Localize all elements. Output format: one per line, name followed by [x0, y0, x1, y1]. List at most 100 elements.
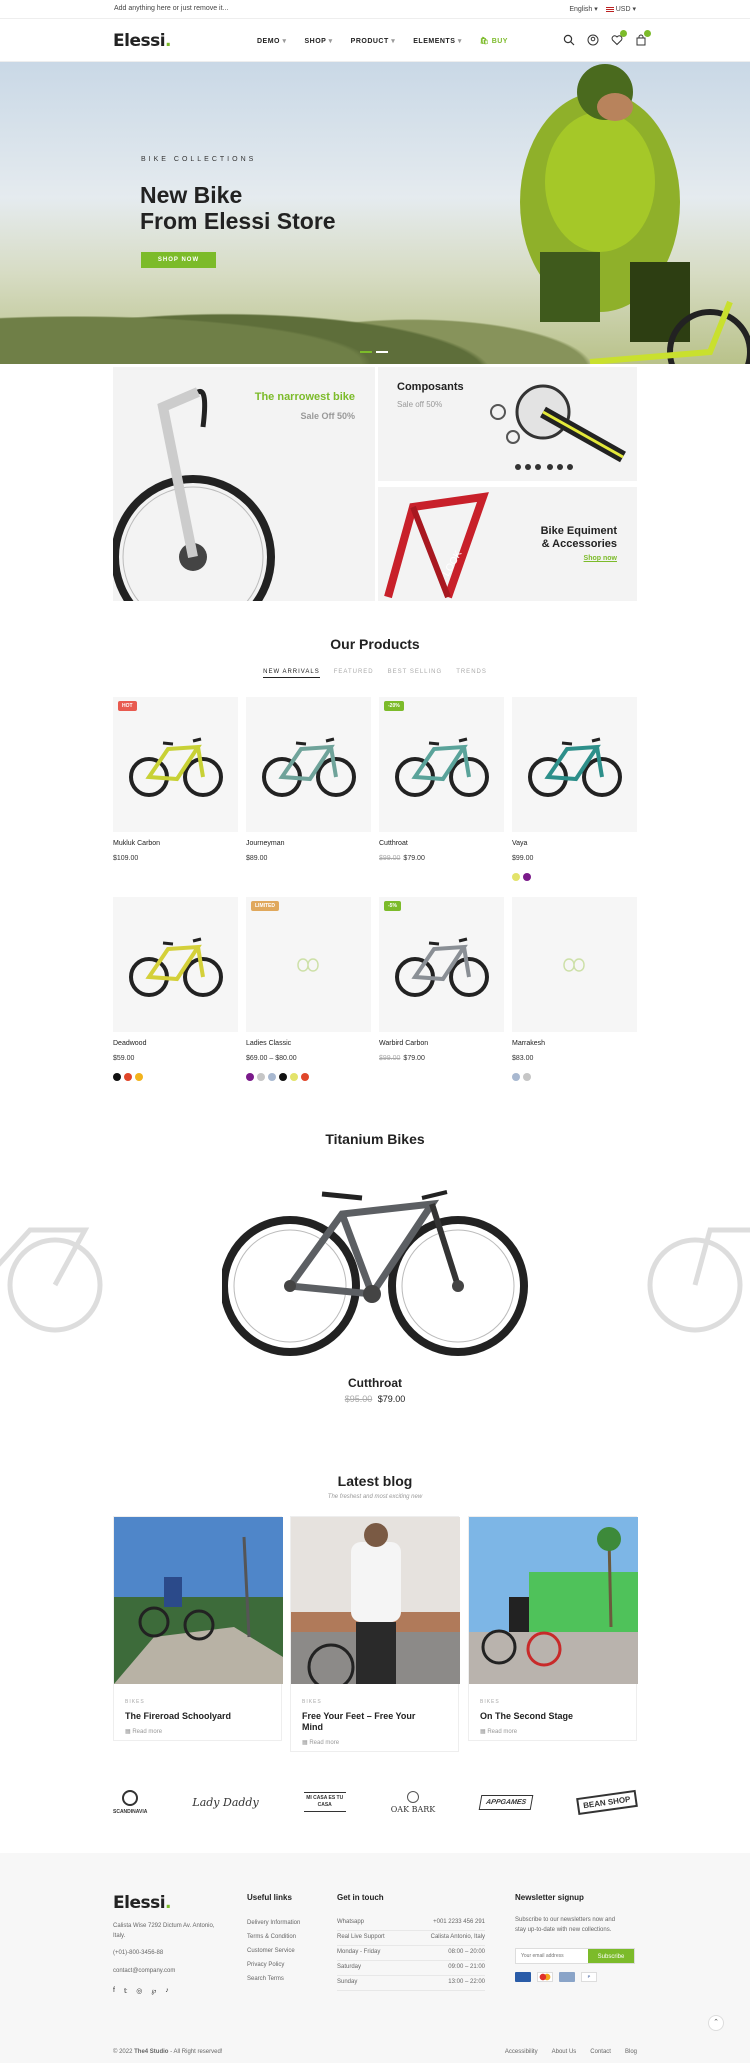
nav-elements[interactable]: ELEMENTS ▾: [413, 37, 462, 45]
blog-post-title[interactable]: Free Your Feet – Free Your Mind: [302, 1711, 447, 1733]
tab-new-arrivals[interactable]: NEW ARRIVALS: [263, 669, 320, 678]
promo-composants[interactable]: Composants Sale off 50%: [378, 367, 637, 481]
blog-category[interactable]: BIKES: [125, 1699, 270, 1705]
brand-logo-scandinavia[interactable]: SCANDINAVIA: [113, 1789, 147, 1815]
footer-phone[interactable]: (+01)-800-3456-88: [113, 1950, 163, 1956]
product-image[interactable]: [246, 697, 371, 832]
brand-logo-lady-daddy[interactable]: Lady Daddy: [192, 1796, 258, 1809]
product-name[interactable]: Journeyman: [246, 840, 371, 847]
footer-link-blog[interactable]: Blog: [625, 2049, 637, 2055]
currency-selector[interactable]: USD ▾: [605, 5, 636, 13]
footer-link-accessibility[interactable]: Accessibility: [505, 2049, 538, 2055]
product-card[interactable]: Deadwood $59.00: [113, 897, 238, 1082]
promo-shop-now-link[interactable]: Shop now: [584, 555, 617, 562]
product-name[interactable]: Warbird Carbon: [379, 1040, 504, 1047]
subscribe-button[interactable]: Subscribe: [588, 1949, 634, 1963]
color-swatch[interactable]: [279, 1073, 287, 1081]
nav-product[interactable]: PRODUCT ▾: [351, 37, 396, 45]
carousel-prev-bike[interactable]: [0, 1195, 110, 1335]
product-card[interactable]: LIMITED Ladies Classic $69.00 – $80.00: [246, 897, 371, 1082]
titanium-product-name[interactable]: Cutthroat: [0, 1376, 750, 1390]
footer-link-privacy[interactable]: Privacy Policy: [247, 1962, 300, 1968]
site-logo[interactable]: Elessi.: [113, 31, 172, 51]
color-swatch[interactable]: [512, 1073, 520, 1081]
blog-card[interactable]: BIKES The Fireroad Schoolyard ▦ Read mor…: [113, 1516, 283, 1741]
tab-featured[interactable]: FEATURED: [334, 669, 374, 678]
footer-link-delivery[interactable]: Delivery Information: [247, 1920, 300, 1926]
color-swatch[interactable]: [246, 1073, 254, 1081]
footer-link-terms[interactable]: Terms & Condition: [247, 1934, 300, 1940]
nav-demo[interactable]: DEMO ▾: [257, 37, 286, 45]
hero-shop-now-button[interactable]: SHOP NOW: [141, 252, 216, 268]
slide-dot[interactable]: [376, 351, 388, 353]
promo-narrowest-bike[interactable]: The narrowest bike Sale Off 50%: [113, 367, 375, 601]
language-selector[interactable]: English ▾: [569, 5, 597, 13]
product-card[interactable]: -20% Cutthroat $99.00 $79.00: [379, 697, 504, 882]
search-icon[interactable]: [563, 33, 575, 46]
slide-dot-active[interactable]: [360, 351, 372, 353]
twitter-icon[interactable]: 𝕥: [124, 1987, 127, 1995]
color-swatch[interactable]: [124, 1073, 132, 1081]
color-swatch[interactable]: [113, 1073, 121, 1081]
pinterest-icon[interactable]: ℘: [151, 1987, 156, 1995]
product-name[interactable]: Ladies Classic: [246, 1040, 371, 1047]
product-image[interactable]: LIMITED: [246, 897, 371, 1032]
color-swatch[interactable]: [257, 1073, 265, 1081]
color-swatch[interactable]: [268, 1073, 276, 1081]
product-image[interactable]: [512, 897, 637, 1032]
read-more-link[interactable]: ▦ Read more: [480, 1728, 625, 1735]
nav-shop[interactable]: SHOP ▾: [304, 37, 332, 45]
brand-logo-oak-bark[interactable]: OAK BARK: [391, 1790, 435, 1814]
tab-trends[interactable]: TRENDS: [456, 669, 487, 678]
read-more-link[interactable]: ▦ Read more: [125, 1728, 270, 1735]
product-name[interactable]: Marrakesh: [512, 1040, 637, 1047]
product-card[interactable]: Vaya $99.00: [512, 697, 637, 882]
facebook-icon[interactable]: f: [113, 1987, 115, 1995]
product-image[interactable]: -20%: [379, 697, 504, 832]
product-card[interactable]: -5% Warbird Carbon $99.00 $79.00: [379, 897, 504, 1082]
product-card[interactable]: Journeyman $89.00: [246, 697, 371, 882]
tab-best-selling[interactable]: BEST SELLING: [388, 669, 443, 678]
brand-logo-appgames[interactable]: APPGAMES: [478, 1794, 534, 1810]
blog-category[interactable]: BIKES: [302, 1699, 447, 1705]
tiktok-icon[interactable]: ♪: [165, 1987, 169, 1995]
footer-logo[interactable]: Elessi.: [113, 1893, 172, 1913]
product-name[interactable]: Deadwood: [113, 1040, 238, 1047]
instagram-icon[interactable]: ◎: [136, 1987, 142, 1995]
cart-icon[interactable]: [635, 30, 651, 46]
product-card[interactable]: HOT Mukluk Carbon $109.00: [113, 697, 238, 882]
titanium-bike-image[interactable]: [222, 1184, 528, 1359]
product-image[interactable]: HOT: [113, 697, 238, 832]
footer-link-customer-service[interactable]: Customer Service: [247, 1948, 300, 1954]
product-card[interactable]: Marrakesh $83.00: [512, 897, 637, 1082]
blog-category[interactable]: BIKES: [480, 1699, 625, 1705]
color-swatch[interactable]: [512, 873, 520, 881]
newsletter-email-input[interactable]: [516, 1949, 588, 1963]
color-swatch[interactable]: [523, 873, 531, 881]
user-icon[interactable]: [587, 33, 599, 46]
product-name[interactable]: Mukluk Carbon: [113, 840, 238, 847]
heart-icon[interactable]: [611, 30, 627, 46]
footer-email[interactable]: contact@company.com: [113, 1968, 175, 1974]
brand-logo-bean-shop[interactable]: BEAN SHOP: [576, 1789, 638, 1815]
read-more-link[interactable]: ▦ Read more: [302, 1739, 447, 1746]
product-name[interactable]: Cutthroat: [379, 840, 504, 847]
blog-post-title[interactable]: On The Second Stage: [480, 1711, 625, 1722]
footer-link-contact[interactable]: Contact: [590, 2049, 611, 2055]
back-to-top-button[interactable]: ⌃: [708, 2015, 724, 2031]
product-image[interactable]: -5%: [379, 897, 504, 1032]
product-name[interactable]: Vaya: [512, 840, 637, 847]
color-swatch[interactable]: [301, 1073, 309, 1081]
blog-card[interactable]: BIKES On The Second Stage ▦ Read more: [468, 1516, 638, 1741]
footer-link-about[interactable]: About Us: [552, 2049, 577, 2055]
carousel-next-bike[interactable]: [640, 1195, 750, 1335]
color-swatch[interactable]: [523, 1073, 531, 1081]
product-image[interactable]: [512, 697, 637, 832]
footer-link-search-terms[interactable]: Search Terms: [247, 1976, 300, 1982]
brand-logo-mi-casa[interactable]: MI CASA ES TU CASA: [303, 1792, 346, 1812]
color-swatch[interactable]: [135, 1073, 143, 1081]
blog-post-title[interactable]: The Fireroad Schoolyard: [125, 1711, 270, 1722]
nav-buy[interactable]: 🛍 BUY: [480, 37, 508, 45]
blog-card[interactable]: BIKES Free Your Feet – Free Your Mind ▦ R…: [290, 1516, 460, 1752]
promo-equipment[interactable]: LOOK Bike Equiment & Accessories Shop now: [378, 487, 637, 601]
